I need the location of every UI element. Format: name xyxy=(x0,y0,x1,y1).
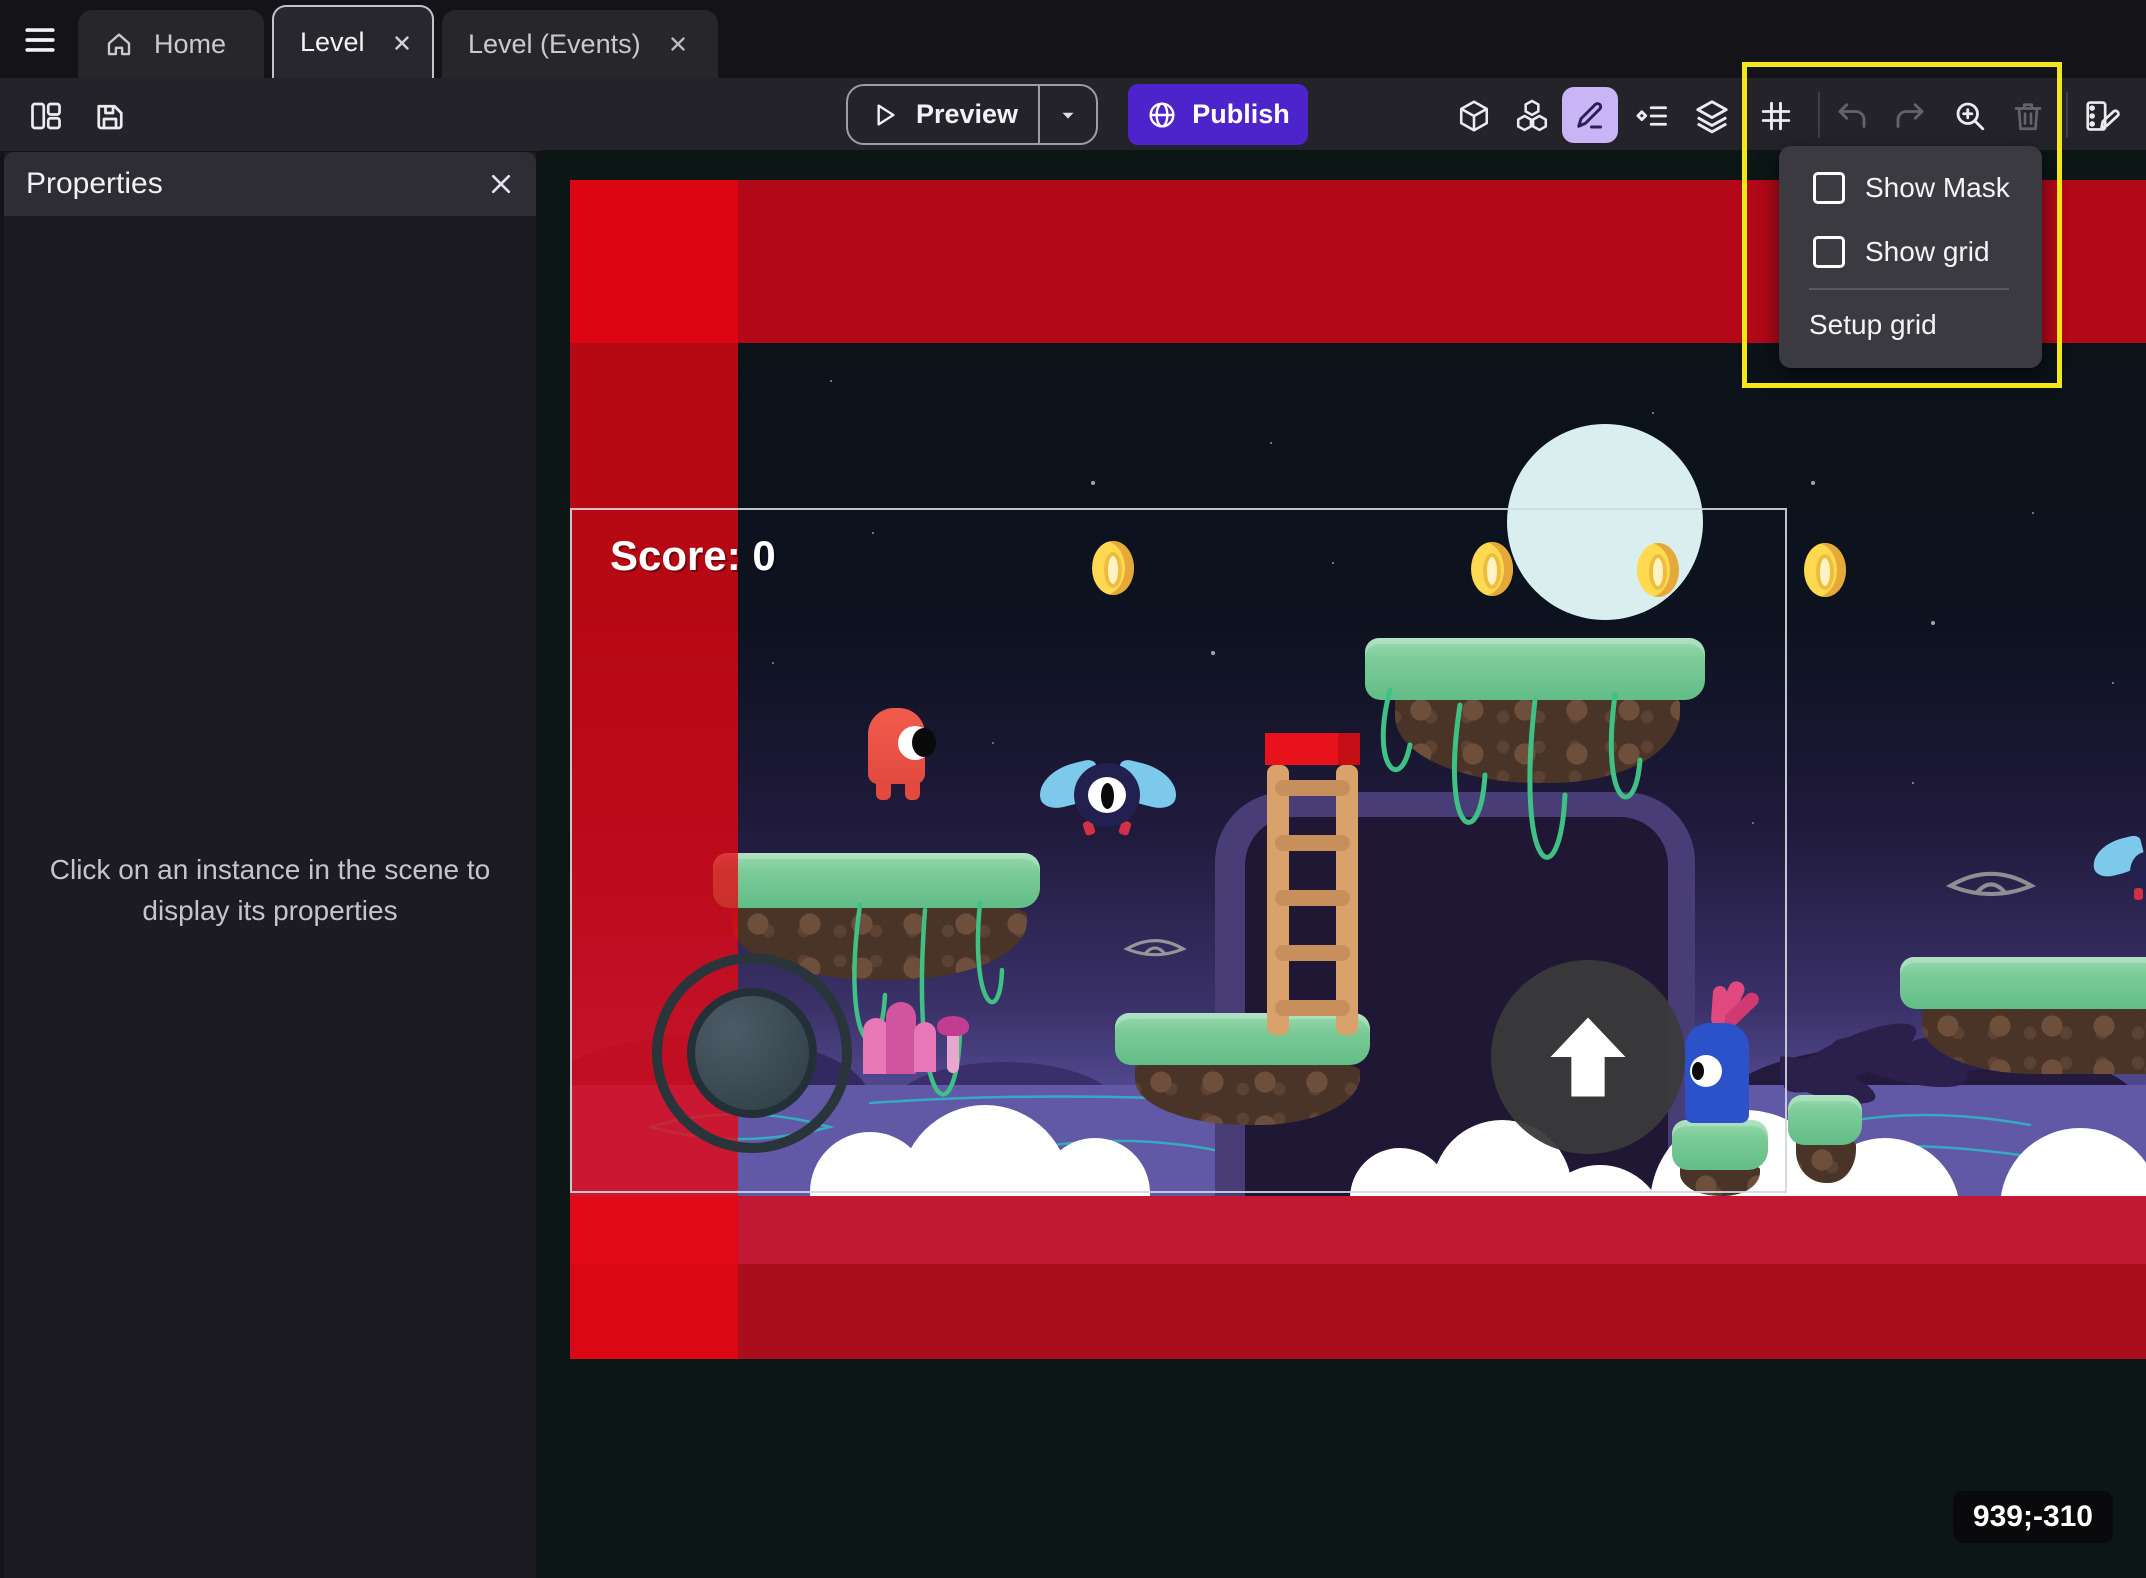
properties-panel-title: Properties xyxy=(26,167,488,201)
properties-empty-message: Click on an instance in the scene to dis… xyxy=(4,850,536,931)
publish-label: Publish xyxy=(1192,99,1290,130)
creature-pupil xyxy=(1692,1062,1704,1080)
grid-icon[interactable] xyxy=(1756,96,1796,136)
coin-instance[interactable] xyxy=(1471,542,1513,596)
show-grid-checkbox[interactable] xyxy=(1813,236,1845,268)
properties-panel: Properties Click on an instance in the s… xyxy=(4,152,536,1578)
cursor-coordinates: 939;-310 xyxy=(1953,1491,2113,1543)
hamburger-icon[interactable] xyxy=(16,20,64,60)
eye-decoration xyxy=(1945,858,2037,908)
bat-enemy-instance[interactable] xyxy=(1038,763,1178,833)
close-icon[interactable] xyxy=(391,32,413,54)
toolbar-separator xyxy=(2066,92,2068,138)
close-icon[interactable] xyxy=(667,33,689,55)
platform-grass-instance[interactable] xyxy=(1900,957,2146,1009)
panels-icon[interactable] xyxy=(26,96,66,136)
prefab-cubes-icon[interactable] xyxy=(1512,96,1552,136)
player-character-instance[interactable] xyxy=(868,708,934,800)
instances-list-icon[interactable] xyxy=(1632,96,1672,136)
jump-button-instance[interactable] xyxy=(1491,960,1685,1154)
coin-instance[interactable] xyxy=(1092,541,1134,595)
show-mask-checkbox[interactable] xyxy=(1813,172,1845,204)
bottom-red-band-instance[interactable] xyxy=(570,1196,2146,1264)
toolbar: Preview Publish xyxy=(0,78,2146,151)
properties-panel-header: Properties xyxy=(4,152,536,216)
redo-icon[interactable] xyxy=(1890,96,1930,136)
globe-icon xyxy=(1146,99,1178,131)
arrow-up-icon xyxy=(1536,1005,1640,1109)
pink-plant-decoration xyxy=(863,1000,973,1078)
score-text-instance[interactable]: Score: 0 xyxy=(610,532,776,580)
coin-instance[interactable] xyxy=(1804,543,1846,597)
joystick-knob[interactable] xyxy=(687,988,817,1118)
trash-icon[interactable] xyxy=(2008,96,2048,136)
play-icon xyxy=(868,99,900,131)
ladder-rung xyxy=(1275,1000,1350,1016)
caret-down-icon xyxy=(1057,104,1079,126)
ladder-rung xyxy=(1275,835,1350,851)
bat-claw xyxy=(2134,888,2143,900)
island-grass-instance[interactable] xyxy=(1788,1095,1862,1145)
zoom-in-icon[interactable] xyxy=(1950,96,1990,136)
coin-instance[interactable] xyxy=(1637,543,1679,597)
ladder-instance[interactable] xyxy=(1265,733,1360,1035)
eye-decoration xyxy=(1123,928,1187,966)
bat-enemy-instance[interactable] xyxy=(2092,840,2146,900)
player-leg xyxy=(876,780,891,800)
tab-home[interactable]: Home xyxy=(78,10,264,78)
preview-button-main[interactable]: Preview xyxy=(848,86,1038,143)
events-sheet-icon[interactable] xyxy=(2082,96,2122,136)
preview-options-button[interactable] xyxy=(1038,86,1096,143)
tab-bar: Home Level Level (Events) xyxy=(0,0,2146,78)
cube-icon[interactable] xyxy=(1454,96,1494,136)
ladder-rung xyxy=(1275,780,1350,796)
moon-instance[interactable] xyxy=(1507,424,1703,620)
tab-level-events[interactable]: Level (Events) xyxy=(442,10,718,78)
ladder-rung xyxy=(1275,890,1350,906)
grid-options-menu: Show Mask Show grid Setup grid xyxy=(1779,146,2042,368)
tab-level[interactable]: Level xyxy=(272,5,434,78)
show-mask-label: Show Mask xyxy=(1865,172,2010,204)
bat-pupil xyxy=(1101,783,1114,809)
ladder-rung xyxy=(1275,945,1350,961)
player-leg xyxy=(905,780,920,800)
preview-label: Preview xyxy=(916,99,1018,130)
tab-level-events-label: Level (Events) xyxy=(468,29,641,60)
setup-grid-menu-item[interactable]: Setup grid xyxy=(1809,298,2019,352)
preview-button[interactable]: Preview xyxy=(846,84,1098,145)
vines-decoration xyxy=(1365,685,1705,985)
creature-spike xyxy=(1711,986,1728,1027)
tab-level-label: Level xyxy=(300,27,365,58)
bottom-red-band-instance[interactable] xyxy=(570,1264,2146,1359)
home-icon xyxy=(104,29,134,59)
publish-button[interactable]: Publish xyxy=(1128,84,1308,145)
player-pupil xyxy=(912,728,936,757)
ladder-cap xyxy=(1265,733,1360,765)
show-mask-menu-item[interactable]: Show Mask xyxy=(1779,162,2042,214)
left-red-strip-instance[interactable] xyxy=(570,180,738,1359)
tab-home-label: Home xyxy=(154,29,226,60)
layers-icon[interactable] xyxy=(1692,96,1732,136)
blue-creature-instance[interactable] xyxy=(1678,980,1764,1125)
show-grid-label: Show grid xyxy=(1865,236,1990,268)
undo-icon[interactable] xyxy=(1832,96,1872,136)
menu-separator xyxy=(1809,288,2009,290)
island-grass-instance[interactable] xyxy=(1672,1120,1768,1170)
close-icon[interactable] xyxy=(488,171,514,197)
pencil-icon[interactable] xyxy=(1562,87,1618,143)
show-grid-menu-item[interactable]: Show grid xyxy=(1779,226,2042,278)
save-icon[interactable] xyxy=(90,96,130,136)
toolbar-separator xyxy=(1818,92,1820,138)
